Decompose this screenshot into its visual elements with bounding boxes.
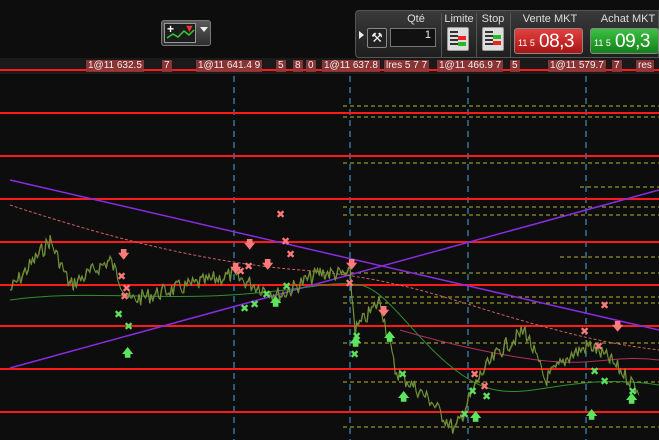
sell-arrow: 🡇: [244, 238, 256, 251]
trade-label[interactable]: 8: [293, 60, 303, 72]
trade-label[interactable]: 5: [510, 60, 520, 72]
trade-marker: ✖: [281, 235, 290, 248]
trade-marker: ✖: [345, 277, 354, 290]
trade-label[interactable]: res: [636, 60, 654, 72]
trade-label[interactable]: 1@11 466.9 7: [437, 60, 504, 72]
sell-price: 08,3: [539, 31, 574, 52]
quantity-input[interactable]: 1: [390, 28, 436, 47]
buy-arrow: 🡅: [350, 335, 362, 348]
trade-marker: ✖: [124, 320, 133, 333]
sell-price-prefix: 11 5: [518, 38, 535, 48]
buy-arrow: 🡅: [398, 390, 410, 403]
sell-market-label: Vente MKT: [522, 13, 578, 25]
trade-marker: ✖: [286, 248, 295, 261]
trade-marker: ✖: [398, 368, 407, 381]
trade-label[interactable]: 1@11 637.8: [322, 60, 380, 72]
sell-arrow: 🡇: [346, 258, 358, 271]
strategy-dropdown-button[interactable]: + ▼: [161, 20, 211, 46]
sell-arrow: 🡇: [612, 320, 624, 333]
buy-arrow: 🡅: [586, 408, 598, 421]
limit-marker-icon: [458, 42, 466, 46]
trade-marker: ✖: [244, 260, 253, 273]
trade-marker: ✖: [468, 385, 477, 398]
divider: [510, 13, 511, 57]
trade-marker: ✖: [276, 208, 285, 221]
trade-marker: ✖: [600, 375, 609, 388]
buy-arrow: 🡅: [470, 410, 482, 423]
strategy-icon: + ▼: [164, 22, 196, 43]
chart-area[interactable]: ✖ ✖ ✖ ✖ ✖ ✖ ✖ ✖ ✖ ✖ ✖ ✖ ✖ ✖ ✖ ✖ ✖ ✖ ✖ ✖ ✖ ✖ ✖ ✖ ✖ ✖ ✖ ✖ ✖ 🡇 🡇 🡇 🡇 🡇 🡇 🡇 🡅 🡅 🡅 🡅…: [0, 0, 659, 440]
divider: [441, 13, 442, 57]
trade-marker: ✖: [114, 308, 123, 321]
limit-marker-icon: [458, 36, 466, 40]
sell-arrow: 🡇: [118, 248, 130, 261]
chevron-down-icon[interactable]: [200, 27, 208, 32]
stop-label: Stop: [481, 13, 505, 25]
trade-marker: ✖: [460, 408, 469, 421]
trade-label[interactable]: 5: [276, 60, 286, 72]
sell-arrow: 🡇: [230, 262, 242, 275]
trade-label[interactable]: lres 5 7 7: [384, 60, 430, 72]
sell-arrow: 🡇: [262, 258, 274, 271]
stop-marker-icon: [493, 41, 501, 45]
limit-label: Limite: [444, 13, 474, 25]
stop-order-button[interactable]: [482, 27, 504, 51]
order-panel: ⚒ Qté 1 Limite Stop Vente MKT 11 5 08,3 …: [355, 10, 659, 58]
trade-marker: ✖: [120, 290, 129, 303]
price-line: [10, 235, 640, 435]
trade-label[interactable]: 0: [306, 60, 316, 72]
wrench-icon[interactable]: ⚒: [367, 28, 387, 48]
trade-marker: ✖: [250, 298, 259, 311]
trade-marker: ✖: [282, 280, 291, 293]
sell-arrow: 🡇: [378, 305, 390, 318]
trade-marker: ✖: [470, 368, 479, 381]
limit-order-button[interactable]: [447, 27, 469, 51]
trend-line: [9, 179, 659, 331]
mini-chart-icon: [166, 29, 195, 39]
quantity-label: Qté: [407, 13, 425, 25]
buy-market-label: Achat MKT: [600, 13, 656, 25]
trade-marker: ✖: [482, 390, 491, 403]
buy-market-button[interactable]: 11 5 09,3: [590, 28, 659, 54]
buy-price: 09,3: [615, 31, 650, 52]
stop-marker-icon: [493, 35, 501, 39]
buy-arrow: 🡅: [270, 295, 282, 308]
trade-label[interactable]: 7: [612, 60, 622, 72]
trade-marker: ✖: [600, 299, 609, 312]
trade-label[interactable]: 1@11 632.5: [86, 60, 144, 72]
trade-label[interactable]: 7: [162, 60, 172, 72]
trade-label[interactable]: 1@11 579.7: [548, 60, 606, 72]
collapse-arrow-icon[interactable]: [359, 31, 364, 39]
trade-marker: ✖: [590, 365, 599, 378]
trade-marker: ✖: [580, 325, 589, 338]
buy-price-prefix: 11 5: [594, 38, 611, 48]
sell-market-button[interactable]: 11 5 08,3: [514, 28, 583, 54]
trade-label[interactable]: 1@11 641.4 9: [196, 60, 263, 72]
buy-arrow: 🡅: [122, 346, 134, 359]
buy-arrow: 🡅: [384, 330, 396, 343]
buy-arrow: 🡅: [626, 392, 638, 405]
divider: [476, 13, 477, 57]
trade-marker: ✖: [594, 340, 603, 353]
trade-marker: ✖: [350, 348, 359, 361]
trade-marker: ✖: [240, 302, 249, 315]
moving-average-line: [9, 283, 659, 392]
